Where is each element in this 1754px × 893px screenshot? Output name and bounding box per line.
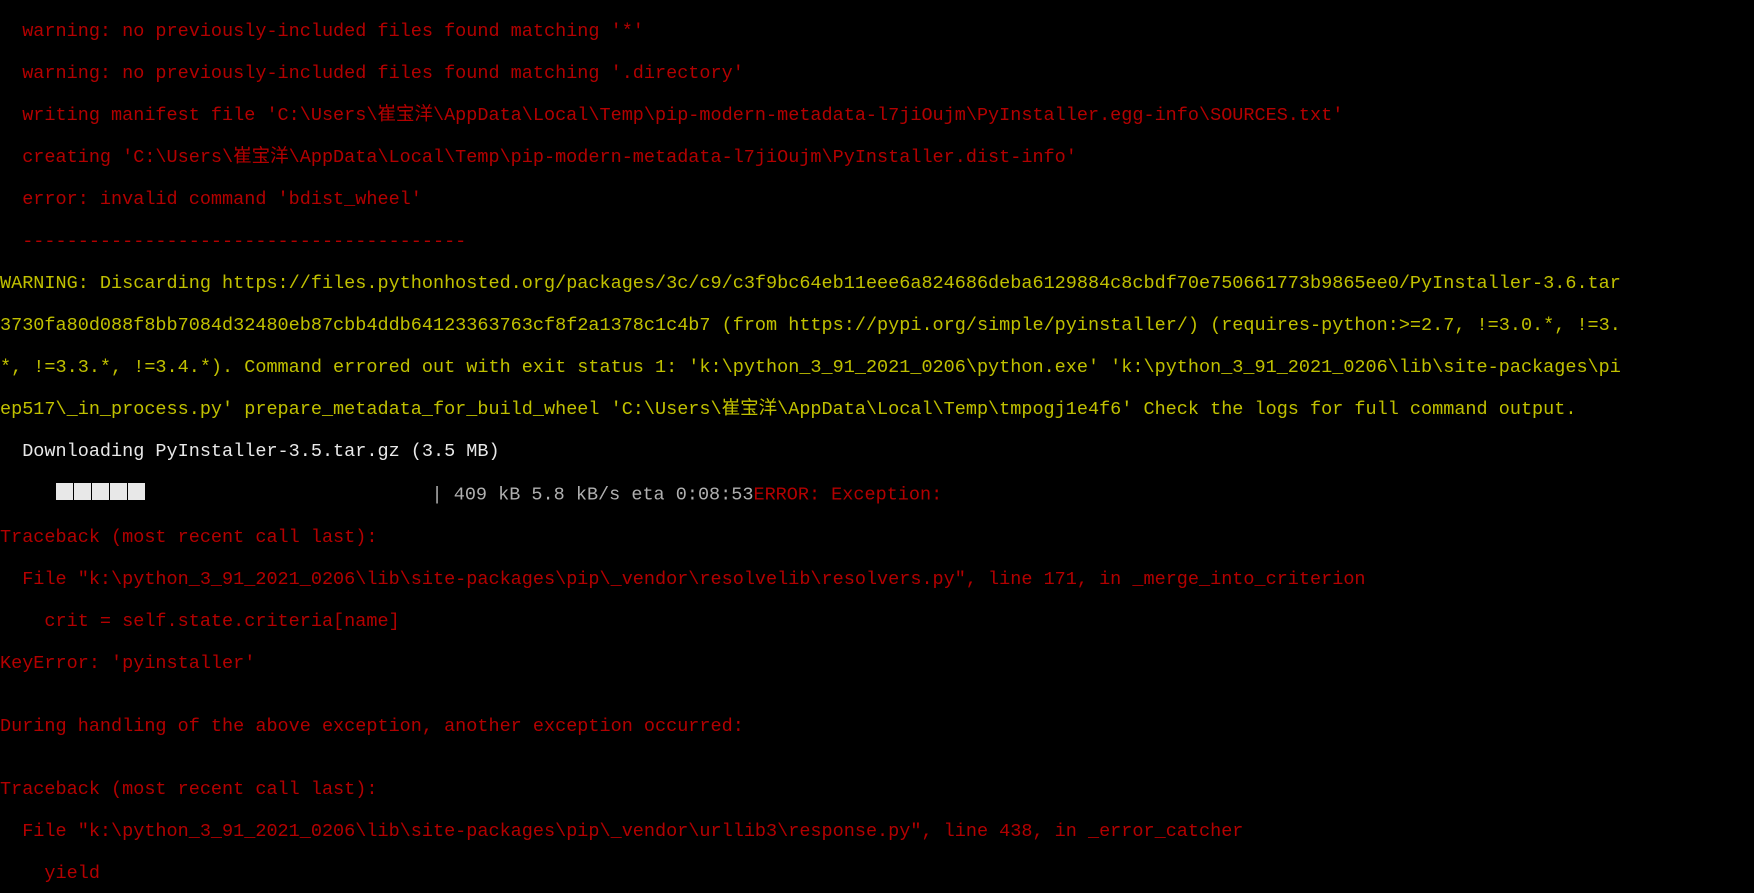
progress-filled-block: [128, 483, 145, 500]
separator-line: ----------------------------------------: [0, 231, 1754, 252]
progress-bar: [56, 483, 432, 506]
traceback-header: Traceback (most recent call last):: [0, 527, 1754, 548]
progress-empty: [146, 483, 432, 500]
downloading-line: Downloading PyInstaller-3.5.tar.gz (3.5 …: [0, 441, 1754, 462]
terminal-output: warning: no previously-included files fo…: [0, 0, 1754, 893]
progress-filled-block: [74, 483, 91, 500]
creating-line: creating 'C:\Users\崔宝洋\AppData\Local\Tem…: [0, 147, 1754, 168]
error-bdist-line: error: invalid command 'bdist_wheel': [0, 189, 1754, 210]
progress-prefix: [0, 484, 56, 505]
error-exception-label: ERROR: Exception:: [753, 484, 942, 505]
progress-line: | 409 kB 5.8 kB/s eta 0:08:53ERROR: Exce…: [0, 483, 1754, 506]
traceback-code-line: crit = self.state.criteria[name]: [0, 611, 1754, 632]
traceback-file-line: File "k:\python_3_91_2021_0206\lib\site-…: [0, 821, 1754, 842]
progress-filled-block: [56, 483, 73, 500]
traceback-code-line: yield: [0, 863, 1754, 884]
progress-stats: | 409 kB 5.8 kB/s eta 0:08:53: [432, 484, 754, 505]
keyerror-line: KeyError: 'pyinstaller': [0, 653, 1754, 674]
warning-discard-line: ep517\_in_process.py' prepare_metadata_f…: [0, 399, 1754, 420]
manifest-line: writing manifest file 'C:\Users\崔宝洋\AppD…: [0, 105, 1754, 126]
warning-discard-line: *, !=3.3.*, !=3.4.*). Command errored ou…: [0, 357, 1754, 378]
warning-discard-line: 3730fa80d088f8bb7084d32480eb87cbb4ddb641…: [0, 315, 1754, 336]
warning-line: warning: no previously-included files fo…: [0, 63, 1754, 84]
progress-filled-block: [110, 483, 127, 500]
during-handling-line: During handling of the above exception, …: [0, 716, 1754, 737]
traceback-file-line: File "k:\python_3_91_2021_0206\lib\site-…: [0, 569, 1754, 590]
traceback-header: Traceback (most recent call last):: [0, 779, 1754, 800]
warning-line: warning: no previously-included files fo…: [0, 21, 1754, 42]
warning-discard-line: WARNING: Discarding https://files.python…: [0, 273, 1754, 294]
progress-filled-block: [92, 483, 109, 500]
